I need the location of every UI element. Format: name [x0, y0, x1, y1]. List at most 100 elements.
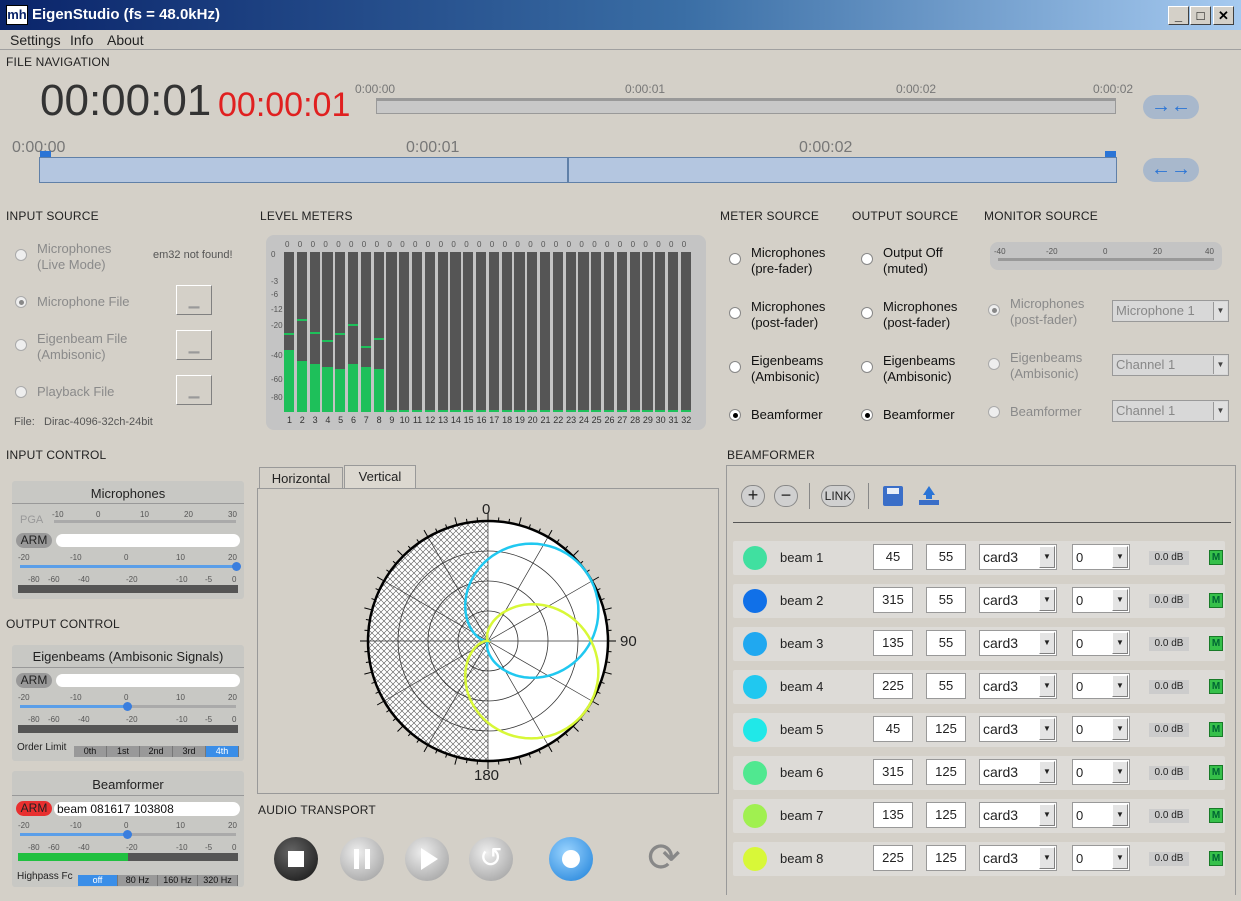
mic-gain-slider[interactable]: [20, 565, 236, 568]
monitor-source-radio-0[interactable]: [988, 304, 1000, 316]
input-source-radio-2[interactable]: [15, 339, 27, 351]
beam-arm-button[interactable]: ARM: [16, 801, 52, 816]
beam-azimuth-input[interactable]: 315: [873, 587, 913, 613]
highpass-option-0[interactable]: off: [78, 875, 118, 886]
beam-row[interactable]: beam 4 225 55 card3 ▼ 0 ▼ 0.0 dB M: [733, 670, 1225, 704]
beam-row[interactable]: beam 8 225 125 card3 ▼ 0 ▼ 0.0 dB M: [733, 842, 1225, 876]
highpass-option-2[interactable]: 160 Hz: [158, 875, 198, 886]
beam-azimuth-input[interactable]: 225: [873, 673, 913, 699]
beam-color-swatch[interactable]: [743, 546, 767, 570]
beam-elevation-input[interactable]: 125: [926, 845, 966, 871]
beam-mute-button[interactable]: M: [1209, 550, 1223, 565]
beam-pattern-select[interactable]: card3 ▼: [979, 630, 1057, 656]
beam-pattern-select[interactable]: card3 ▼: [979, 716, 1057, 742]
beam-pattern-select[interactable]: card3 ▼: [979, 802, 1057, 828]
meter-source-radio-0[interactable]: [729, 253, 741, 265]
beam-elevation-input[interactable]: 55: [926, 673, 966, 699]
beam-mute-button[interactable]: M: [1209, 679, 1223, 694]
range-end-handle[interactable]: [1105, 151, 1116, 157]
beam-param-select[interactable]: 0 ▼: [1072, 630, 1130, 656]
beam-color-swatch[interactable]: [743, 589, 767, 613]
beam-azimuth-input[interactable]: 45: [873, 544, 913, 570]
eigen-name-field[interactable]: [56, 674, 240, 687]
beam-azimuth-input[interactable]: 225: [873, 845, 913, 871]
beam-color-swatch[interactable]: [743, 632, 767, 656]
eigen-gain-knob[interactable]: [123, 702, 132, 711]
beam-pattern-select[interactable]: card3 ▼: [979, 845, 1057, 871]
beam-param-select[interactable]: 0 ▼: [1072, 759, 1130, 785]
beam-gain-slider-rest[interactable]: [128, 833, 236, 836]
monitor-source-radio-1[interactable]: [988, 358, 1000, 370]
beam-mute-button[interactable]: M: [1209, 851, 1223, 866]
output-source-radio-0[interactable]: [861, 253, 873, 265]
meter-source-radio-2[interactable]: [729, 361, 741, 373]
beam-pattern-select[interactable]: card3 ▼: [979, 673, 1057, 699]
order-option-4[interactable]: 4th: [206, 746, 239, 757]
meter-source-radio-1[interactable]: [729, 307, 741, 319]
playback-file-browse-button[interactable]: ▁: [176, 375, 212, 405]
beam-gain-knob[interactable]: [123, 830, 132, 839]
eigen-gain-slider-rest[interactable]: [128, 705, 236, 708]
beam-row[interactable]: beam 7 135 125 card3 ▼ 0 ▼ 0.0 dB M: [733, 799, 1225, 833]
beam-elevation-input[interactable]: 125: [926, 802, 966, 828]
zoom-timeline[interactable]: [39, 157, 1117, 183]
monitor-channel-select-2[interactable]: Channel 1 ▼: [1112, 400, 1229, 422]
close-button[interactable]: ✕: [1213, 6, 1234, 25]
beam-param-select[interactable]: 0 ▼: [1072, 587, 1130, 613]
order-option-3[interactable]: 3rd: [173, 746, 206, 757]
beam-pattern-select[interactable]: card3 ▼: [979, 587, 1057, 613]
beam-color-swatch[interactable]: [743, 804, 767, 828]
beam-mute-button[interactable]: M: [1209, 808, 1223, 823]
beam-row[interactable]: beam 3 135 55 card3 ▼ 0 ▼ 0.0 dB M: [733, 627, 1225, 661]
beam-mute-button[interactable]: M: [1209, 722, 1223, 737]
beam-azimuth-input[interactable]: 315: [873, 759, 913, 785]
mic-gain-knob[interactable]: [232, 562, 241, 571]
beam-param-select[interactable]: 0 ▼: [1072, 802, 1130, 828]
monitor-source-radio-2[interactable]: [988, 406, 1000, 418]
monitor-channel-select-1[interactable]: Channel 1 ▼: [1112, 354, 1229, 376]
beam-elevation-input[interactable]: 55: [926, 544, 966, 570]
output-source-radio-1[interactable]: [861, 307, 873, 319]
playhead[interactable]: [567, 158, 570, 182]
beam-color-swatch[interactable]: [743, 718, 767, 742]
beam-param-select[interactable]: 0 ▼: [1072, 544, 1130, 570]
beam-azimuth-input[interactable]: 45: [873, 716, 913, 742]
beam-pattern-select[interactable]: card3 ▼: [979, 544, 1057, 570]
order-option-1[interactable]: 1st: [107, 746, 140, 757]
highpass-option-3[interactable]: 320 Hz: [198, 875, 238, 886]
beam-param-select[interactable]: 0 ▼: [1072, 845, 1130, 871]
beam-row[interactable]: beam 5 45 125 card3 ▼ 0 ▼ 0.0 dB M: [733, 713, 1225, 747]
beam-gain-slider[interactable]: [20, 833, 128, 836]
record-button[interactable]: [549, 837, 593, 881]
link-button[interactable]: LINK: [821, 485, 855, 507]
beam-mute-button[interactable]: M: [1209, 636, 1223, 651]
menu-about[interactable]: About: [107, 32, 144, 48]
loop-button[interactable]: ⟳: [641, 836, 687, 882]
eigen-gain-slider[interactable]: [20, 705, 128, 708]
beam-param-select[interactable]: 0 ▼: [1072, 716, 1130, 742]
beam-azimuth-input[interactable]: 135: [873, 630, 913, 656]
highpass-option-1[interactable]: 80 Hz: [118, 875, 158, 886]
beam-mute-button[interactable]: M: [1209, 765, 1223, 780]
eigenbeam-file-browse-button[interactable]: ▁: [176, 330, 212, 360]
beam-elevation-input[interactable]: 125: [926, 759, 966, 785]
beam-elevation-input[interactable]: 55: [926, 587, 966, 613]
beam-color-swatch[interactable]: [743, 761, 767, 785]
meter-source-radio-3[interactable]: [729, 409, 741, 421]
mic-arm-button[interactable]: ARM: [16, 533, 52, 548]
beam-azimuth-input[interactable]: 135: [873, 802, 913, 828]
input-source-radio-0[interactable]: [15, 249, 27, 261]
rewind-button[interactable]: ↺: [469, 837, 513, 881]
output-source-radio-3[interactable]: [861, 409, 873, 421]
beam-name-field[interactable]: beam 081617 103808: [54, 802, 240, 816]
add-beam-button[interactable]: +: [741, 485, 765, 507]
beam-param-select[interactable]: 0 ▼: [1072, 673, 1130, 699]
beam-elevation-input[interactable]: 55: [926, 630, 966, 656]
pga-slider[interactable]: [54, 520, 236, 523]
beam-color-swatch[interactable]: [743, 847, 767, 871]
zoom-in-button[interactable]: →←: [1143, 95, 1199, 119]
remove-beam-button[interactable]: −: [774, 485, 798, 507]
menu-settings[interactable]: Settings: [10, 32, 61, 48]
beam-mute-button[interactable]: M: [1209, 593, 1223, 608]
beam-elevation-input[interactable]: 125: [926, 716, 966, 742]
